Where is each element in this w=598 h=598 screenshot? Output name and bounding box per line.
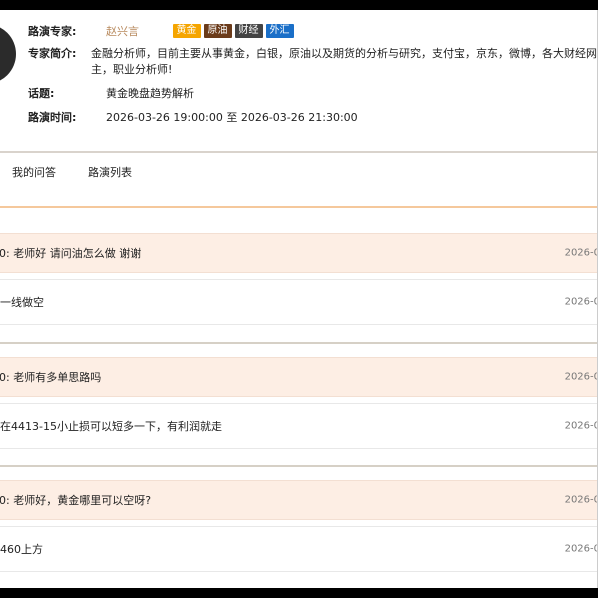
question-row: 0: 老师有多单思路吗 2026-0 xyxy=(0,357,598,397)
expert-label: 路演专家: xyxy=(28,25,77,38)
question-text: 0: 老师有多单思路吗 xyxy=(0,371,102,384)
topic-label: 话题: xyxy=(28,87,55,100)
roadshow-panel: 路演专家: 赵兴言 黄金 原油 财经 外汇 专家简介: 金融分析师，目前主要从事… xyxy=(0,10,598,588)
intro-label: 专家简介: xyxy=(28,47,77,60)
expert-name[interactable]: 赵兴言 xyxy=(106,25,139,38)
avatar xyxy=(0,24,16,84)
question-time: 2026-0 xyxy=(564,494,598,506)
intro-text-line2: 主，职业分析师! xyxy=(91,63,173,76)
question-row: 0: 老师好 请问油怎么做 谢谢 2026-0 xyxy=(0,233,598,273)
answer-row: 在4413-15小止损可以短多一下，有利润就走 2026-0 xyxy=(0,403,598,449)
tag-finance[interactable]: 财经 xyxy=(234,24,263,38)
tab-my-qa[interactable]: 我的问答 xyxy=(12,166,56,180)
intro-text-line1: 金融分析师，目前主要从事黄金，白银，原油以及期货的分析与研究，支付宝，京东，微博… xyxy=(91,47,597,60)
tag-oil[interactable]: 原油 xyxy=(203,24,232,38)
expert-row: 路演专家: 赵兴言 黄金 原油 财经 外汇 xyxy=(28,24,597,40)
expert-tags: 黄金 原油 财经 外汇 xyxy=(172,24,294,38)
question-time: 2026-0 xyxy=(564,371,598,383)
time-label: 路演时间: xyxy=(28,111,77,124)
topic-row: 话题: 黄金晚盘趋势解析 xyxy=(28,86,597,102)
question-text: 0: 老师好，黄金哪里可以空呀? xyxy=(0,494,152,507)
time-row: 路演时间: 2026-03-26 19:00:00 至 2026-03-26 2… xyxy=(28,110,597,126)
question-row: 0: 老师好，黄金哪里可以空呀? 2026-0 xyxy=(0,480,598,520)
tag-forex[interactable]: 外汇 xyxy=(265,24,294,38)
answer-time: 2026-0 xyxy=(564,296,598,308)
tab-roadshow-list[interactable]: 路演列表 xyxy=(88,166,132,180)
expert-info: 路演专家: 赵兴言 黄金 原油 财经 外汇 专家简介: 金融分析师，目前主要从事… xyxy=(28,24,597,132)
intro-row: 专家简介: 金融分析师，目前主要从事黄金，白银，原油以及期货的分析与研究，支付宝… xyxy=(28,46,597,78)
divider xyxy=(0,465,597,467)
tab-bar: 我的问答 路演列表 xyxy=(12,166,132,180)
question-text: 0: 老师好 请问油怎么做 谢谢 xyxy=(0,247,142,260)
answer-time: 2026-0 xyxy=(564,420,598,432)
question-time: 2026-0 xyxy=(564,247,598,259)
divider xyxy=(0,342,597,344)
tag-gold[interactable]: 黄金 xyxy=(172,24,201,38)
topic-text: 黄金晚盘趋势解析 xyxy=(106,87,194,100)
answer-row: 460上方 2026-0 xyxy=(0,526,598,572)
answer-text: 在4413-15小止损可以短多一下，有利润就走 xyxy=(0,420,222,433)
tab-underline xyxy=(0,206,597,208)
answer-row: 一线做空 2026-0 xyxy=(0,279,598,325)
answer-text: 460上方 xyxy=(0,543,43,556)
answer-text: 一线做空 xyxy=(0,296,44,309)
time-text: 2026-03-26 19:00:00 至 2026-03-26 21:30:0… xyxy=(106,111,358,124)
answer-time: 2026-0 xyxy=(564,543,598,555)
divider xyxy=(0,151,597,153)
